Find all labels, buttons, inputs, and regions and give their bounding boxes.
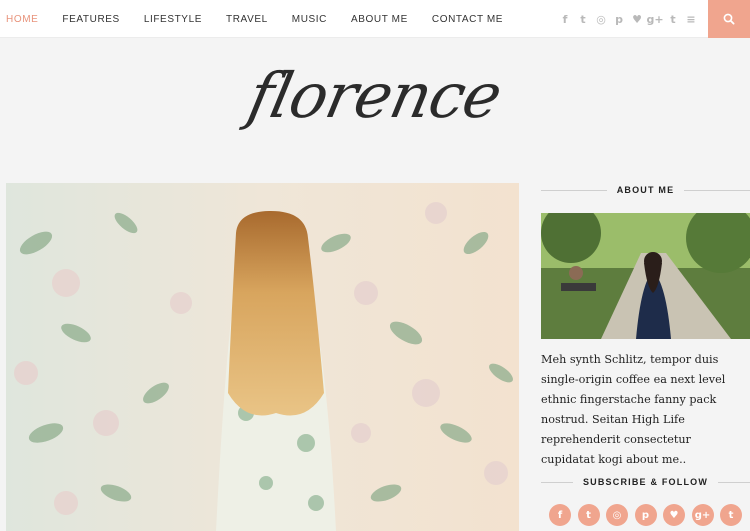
nav-item-about-me[interactable]: ABOUT ME xyxy=(351,14,408,25)
rss-icon[interactable]: ≡ xyxy=(682,10,700,28)
sidebar: ABOUT ME Meh synth Schlitz, tempor duis … xyxy=(541,180,750,526)
twitter-icon[interactable]: t xyxy=(577,504,600,526)
instagram-icon[interactable]: ◎ xyxy=(606,504,628,526)
pinterest-icon[interactable]: p xyxy=(610,10,628,28)
featured-post-image[interactable] xyxy=(6,183,519,531)
hero-photo xyxy=(6,183,519,531)
search-button[interactable] xyxy=(708,0,750,38)
nav-item-music[interactable]: MUSIC xyxy=(292,14,327,25)
site-logo[interactable]: florence xyxy=(190,40,560,150)
nav-item-contact-me[interactable]: CONTACT ME xyxy=(432,14,503,25)
nav-item-home[interactable]: HOME xyxy=(6,14,38,25)
facebook-icon[interactable]: f xyxy=(556,10,574,28)
google-plus-icon[interactable]: g+ xyxy=(691,504,714,526)
about-photo-image xyxy=(541,213,750,339)
search-icon xyxy=(723,13,735,25)
tumblr-icon[interactable]: t xyxy=(664,10,682,28)
subscribe-widget: SUBSCRIBE & FOLLOW xyxy=(541,472,750,492)
nav-item-lifestyle[interactable]: LIFESTYLE xyxy=(144,14,202,25)
tumblr-icon[interactable]: t xyxy=(720,504,742,526)
heart-icon[interactable]: ♥ xyxy=(663,504,685,526)
nav-item-travel[interactable]: TRAVEL xyxy=(226,14,268,25)
header-social-links: f t ◎ p ♥ g+ t ≡ xyxy=(556,0,700,38)
about-me-photo xyxy=(541,213,750,339)
follow-icons: f t ◎ p ♥ g+ t xyxy=(549,504,749,526)
twitter-icon[interactable]: t xyxy=(574,10,592,28)
logo-wordmark: florence xyxy=(242,58,508,132)
heart-icon[interactable]: ♥ xyxy=(628,10,646,28)
pinterest-icon[interactable]: p xyxy=(634,504,657,526)
about-widget-title: ABOUT ME xyxy=(541,180,750,200)
instagram-icon[interactable]: ◎ xyxy=(592,10,610,28)
google-plus-icon[interactable]: g+ xyxy=(646,10,664,28)
about-me-text: Meh synth Schlitz, tempor duis single-or… xyxy=(541,353,726,466)
subscribe-widget-title: SUBSCRIBE & FOLLOW xyxy=(541,472,750,492)
main-menu: HOME FEATURES LIFESTYLE TRAVEL MUSIC ABO… xyxy=(6,0,527,38)
nav-item-features[interactable]: FEATURES xyxy=(62,14,119,25)
subscribe-title-text: SUBSCRIBE & FOLLOW xyxy=(572,477,719,487)
about-title-text: ABOUT ME xyxy=(606,185,685,195)
facebook-icon[interactable]: f xyxy=(549,504,571,526)
top-navbar: HOME FEATURES LIFESTYLE TRAVEL MUSIC ABO… xyxy=(0,0,750,38)
